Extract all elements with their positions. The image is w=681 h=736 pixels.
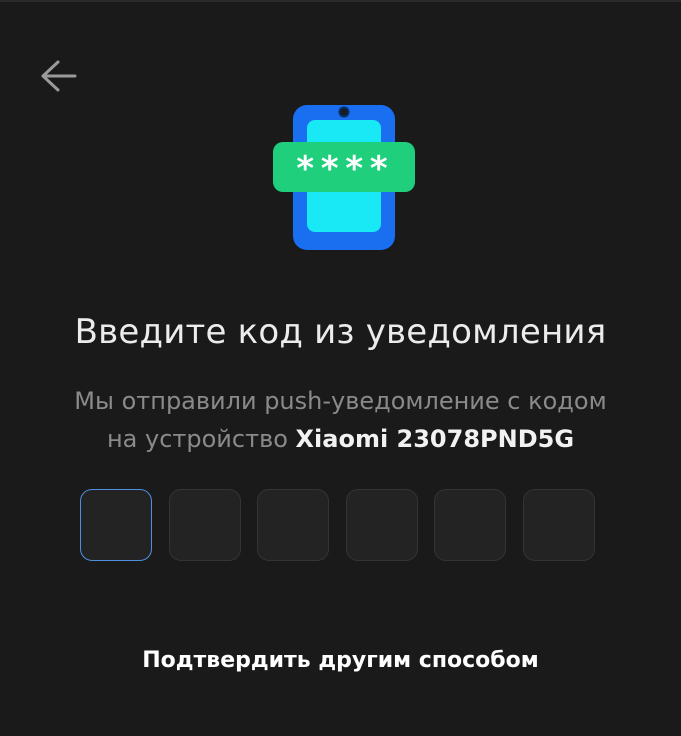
confirm-other-way-link[interactable]: Подтвердить другим способом [0,648,681,673]
code-input-row [80,489,595,563]
code-digit-6[interactable] [522,489,595,561]
top-divider [0,0,681,2]
page-title: Введите код из уведомления [74,312,607,352]
device-name: Xiaomi 23078PND5G [295,425,575,453]
code-digit-3[interactable] [257,489,330,561]
subtitle-prefix: на устройство [106,425,296,453]
arrow-left-icon [41,60,77,92]
code-digit-4[interactable] [345,489,418,561]
back-button[interactable] [30,55,86,97]
code-digit-1[interactable] [80,489,152,561]
code-digit-2[interactable] [168,489,241,561]
subtitle-line-2: на устройство Xiaomi 23078PND5G [40,420,641,458]
phone-code-icon: **** [272,104,418,252]
subtitle: Мы отправили push-уведомление с кодом на… [40,382,641,458]
code-mask: **** [295,149,393,189]
subtitle-line-1: Мы отправили push-уведомление с кодом [74,387,607,415]
code-digit-5[interactable] [434,489,507,561]
